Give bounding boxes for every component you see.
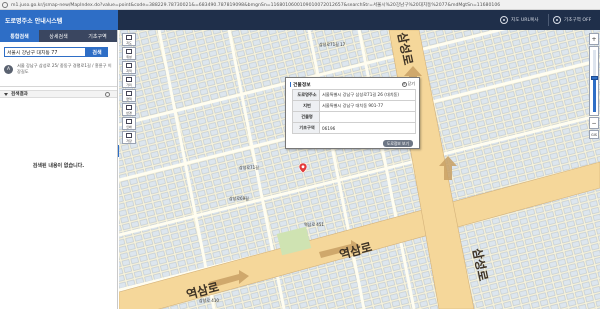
info-value: 서울특별시 강남구 삼성로71길 26 (대치동)	[319, 89, 416, 101]
road-info-button[interactable]: 도로정보 보기	[382, 140, 413, 147]
map-canvas[interactable]	[119, 30, 600, 309]
empty-message: 검색된 내용이 없습니다.	[32, 163, 85, 169]
copy-map-url-button[interactable]: 지도 URL복사	[500, 14, 538, 26]
zoom-out-button[interactable]: −	[589, 117, 599, 129]
search-input[interactable]	[4, 47, 86, 57]
map-tool-button[interactable]: 인쇄	[122, 117, 136, 130]
ruler-icon	[126, 76, 132, 82]
table-row: 건물명	[292, 111, 416, 123]
search-button[interactable]: 검색	[86, 47, 108, 57]
cadastral-icon	[126, 62, 132, 68]
map-tool-button[interactable]: 지도	[122, 33, 136, 46]
building-info-popup: 건물정보 × 닫기 도로명주소 서울특별시 강남구 삼성로71길 26 (대치동…	[285, 77, 420, 149]
info-value: 06196	[319, 122, 416, 134]
map-tool-button[interactable]: 지적	[122, 61, 136, 74]
result-list-header[interactable]: 검색결과	[0, 90, 117, 98]
radius-icon	[126, 104, 132, 110]
search-tabs: 통합검색 상세검색 기초구역	[0, 30, 117, 42]
zoom-control: + − GIS	[589, 33, 599, 140]
popup-title: 건물정보	[290, 81, 311, 88]
table-row: 지번 서울특별시 강남구 대치동 901-77	[292, 100, 416, 112]
url-text[interactable]: m1.juso.go.kr/jsmap-new/MapIndex.do?valu…	[11, 2, 600, 8]
popup-close-button[interactable]: × 닫기	[401, 81, 415, 87]
map-tool-button[interactable]: 반경	[122, 103, 136, 116]
table-row: 도로명주소 서울특별시 강남구 삼성로71길 26 (대치동)	[292, 89, 416, 101]
info-key: 도로명주소	[292, 89, 320, 101]
zoom-level-fill	[593, 77, 596, 112]
map-place-label: 삼성로 410	[199, 298, 219, 303]
browser-url-bar[interactable]: m1.juso.go.kr/jsmap-new/MapIndex.do?valu…	[0, 0, 600, 10]
map-place-label: 삼성로71길 17	[319, 42, 346, 47]
map-place-label: 삼성로69길	[229, 196, 249, 201]
header-divider	[548, 14, 549, 26]
copy-map-url-label: 지도 URL복사	[511, 18, 539, 23]
link-icon	[500, 16, 508, 24]
info-value	[319, 111, 416, 123]
tab-detailed-search[interactable]: 상세검색	[39, 30, 78, 42]
zoom-slider-thumb[interactable]	[591, 75, 598, 80]
map-tool-bar: 지도 위성 지적 거리 면적 반경 인쇄 저장	[122, 33, 136, 145]
tab-basic-area[interactable]: 기초구역	[78, 30, 117, 42]
result-address[interactable]: 서울 강남구 삼성로 25/ 중동구 경평로1길 / 흥륜구 이장길도	[17, 63, 112, 75]
map-tool-button[interactable]: 거리	[122, 75, 136, 88]
print-icon	[126, 118, 132, 124]
map-tool-button[interactable]: 면적	[122, 89, 136, 102]
zoom-in-button[interactable]: +	[589, 33, 599, 45]
app-header: 도로명주소 안내시스템 지도 URL복사 기초구역 OFF	[0, 10, 600, 30]
search-sidebar: 통합검색 상세검색 기초구역 검색 A 서울 강남구 삼성로 25/ 중동구 경…	[0, 30, 118, 309]
area-icon	[126, 90, 132, 96]
building-blocks	[119, 30, 600, 309]
basemap-toggle-button[interactable]: 기초구역 OFF	[553, 14, 591, 26]
map-place-label: 삼성로71길	[239, 165, 259, 170]
basemap-toggle-label: 기초구역 OFF	[564, 18, 592, 23]
search-result-item[interactable]: A 서울 강남구 삼성로 25/ 중동구 경평로1길 / 흥륜구 이장길도	[4, 63, 112, 81]
info-key: 건물명	[292, 111, 320, 123]
location-pin-icon[interactable]	[299, 163, 307, 173]
map-view[interactable]: 역삼로 역삼로 삼성로 삼성로 삼성로71길 17 삼성로71길 삼성로69길 …	[119, 30, 600, 309]
app-title[interactable]: 도로명주소 안내시스템	[0, 10, 118, 30]
collapse-triangle-icon	[4, 92, 8, 96]
layers-icon	[553, 16, 561, 24]
map-tool-button[interactable]: 위성	[122, 47, 136, 60]
info-key: 지번	[292, 100, 320, 112]
satellite-icon	[126, 48, 132, 54]
globe-icon	[2, 1, 8, 8]
info-key: 기초구역	[292, 122, 320, 134]
gis-button[interactable]: GIS	[589, 130, 599, 139]
map-place-label: 역삼로 451	[304, 222, 324, 227]
map-icon	[126, 34, 132, 40]
result-badge: A	[4, 65, 13, 74]
map-tool-button[interactable]: 저장	[122, 131, 136, 144]
info-value: 서울특별시 강남구 대치동 901-77	[319, 100, 416, 112]
building-info-table: 도로명주소 서울특별시 강남구 삼성로71길 26 (대치동) 지번 서울특별시…	[292, 89, 416, 134]
result-list-title: 검색결과	[11, 92, 28, 97]
zoom-slider[interactable]	[589, 46, 599, 116]
save-icon	[126, 132, 132, 138]
table-row: 기초구역 06196	[292, 122, 416, 134]
settings-icon[interactable]	[105, 92, 110, 97]
sidebar-divider	[0, 86, 117, 87]
tab-integrated-search[interactable]: 통합검색	[0, 30, 39, 42]
search-row: 검색	[4, 47, 110, 57]
close-icon: ×	[401, 81, 407, 87]
